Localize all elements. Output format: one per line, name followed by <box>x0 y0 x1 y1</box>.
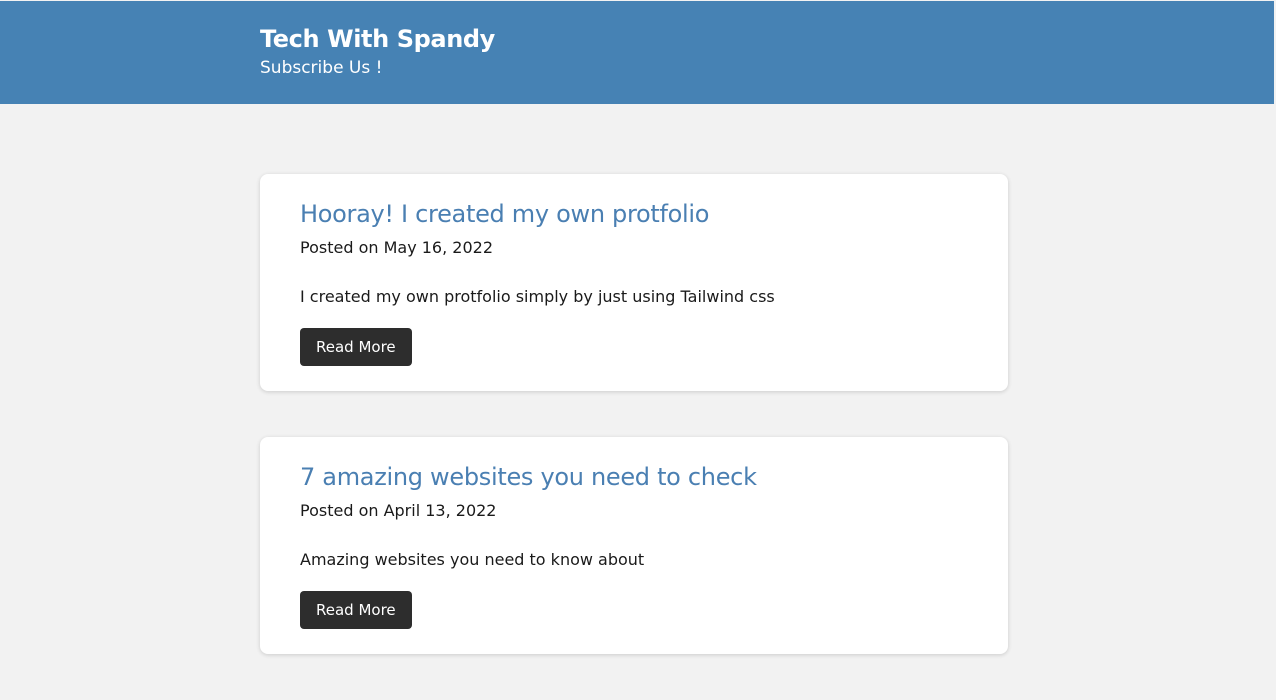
post-date: Posted on April 13, 2022 <box>300 501 497 520</box>
site-title[interactable]: Tech With Spandy <box>260 23 495 55</box>
read-more-button[interactable]: Read More <box>300 591 412 629</box>
read-more-button[interactable]: Read More <box>300 328 412 366</box>
post-list: Hooray! I created my own protfolio Poste… <box>260 174 1008 700</box>
post-card: 7 amazing websites you need to check Pos… <box>260 437 1008 654</box>
post-title[interactable]: 7 amazing websites you need to check <box>300 463 968 491</box>
post-card: Hooray! I created my own protfolio Poste… <box>260 174 1008 391</box>
post-date: Posted on May 16, 2022 <box>300 238 493 257</box>
post-excerpt: I created my own protfolio simply by jus… <box>300 287 775 306</box>
header-content: Tech With Spandy Subscribe Us ! <box>260 23 495 80</box>
subscribe-link[interactable]: Subscribe Us ! <box>260 56 495 80</box>
site-header: Tech With Spandy Subscribe Us ! <box>0 1 1274 104</box>
post-excerpt: Amazing websites you need to know about <box>300 550 645 569</box>
post-title[interactable]: Hooray! I created my own protfolio <box>300 200 968 228</box>
